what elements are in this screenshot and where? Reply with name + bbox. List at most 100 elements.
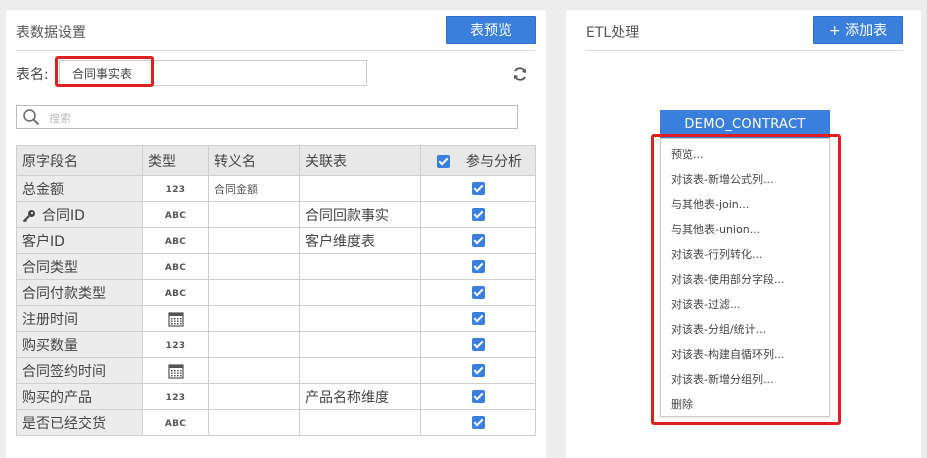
relation-cell[interactable]: 产品名称维度 <box>299 383 421 410</box>
text-type-icon: ABC <box>164 237 187 247</box>
search-input[interactable]: 搜索 <box>16 105 518 129</box>
field-name: 合同付款类型 <box>22 285 106 302</box>
field-name: 购买数量 <box>22 337 78 354</box>
column-header: 原字段名 <box>16 145 143 176</box>
field-name-cell: 注册时间 <box>16 305 143 332</box>
analysis-cell <box>420 279 536 306</box>
table-row: 购买的产品 123 产品名称维度 <box>16 383 536 410</box>
type-cell: ABC <box>142 201 209 228</box>
alias-cell[interactable] <box>208 331 300 358</box>
alias-cell[interactable] <box>208 383 300 410</box>
analysis-checkbox[interactable] <box>471 364 485 377</box>
analysis-checkbox[interactable] <box>471 338 485 351</box>
analysis-checkbox[interactable] <box>471 260 485 273</box>
analysis-checkbox[interactable] <box>471 286 485 299</box>
search-icon <box>23 109 40 126</box>
type-date-cell <box>142 357 209 384</box>
table-row: 合同类型 ABC <box>16 253 536 280</box>
field-name-cell: 是否已经交货 <box>16 409 143 436</box>
type-cell: 123 <box>142 331 209 358</box>
text-type-icon: ABC <box>164 211 187 221</box>
alias-cell[interactable] <box>208 357 300 384</box>
relation-cell[interactable]: 合同回款事实 <box>299 201 421 228</box>
alias-cell[interactable] <box>208 305 300 332</box>
select-all-checkbox[interactable] <box>437 155 450 168</box>
table-row: 合同ID ABC 合同回款事实 <box>16 201 536 228</box>
analysis-cell <box>420 201 536 228</box>
table-row: 是否已经交货 ABC <box>16 409 536 436</box>
field-name-cell: 合同付款类型 <box>16 279 143 306</box>
divider <box>586 50 903 51</box>
analysis-cell <box>420 227 536 254</box>
number-type-icon: 123 <box>165 393 186 403</box>
type-cell: ABC <box>142 279 209 306</box>
column-header-analysis: 参与分析 <box>420 145 536 176</box>
type-cell: 123 <box>142 383 209 410</box>
alias-cell[interactable] <box>208 253 300 280</box>
table-header-row: 原字段名 类型 转义名 关联表 参与分析 <box>16 145 536 176</box>
table-name-label: 表名: <box>16 67 49 83</box>
field-name-cell: 总金额 <box>16 175 143 202</box>
type-cell: ABC <box>142 409 209 436</box>
table-row: 客户ID ABC 客户维度表 <box>16 227 536 254</box>
refresh-icon[interactable] <box>512 66 528 82</box>
analysis-cell <box>420 383 536 410</box>
analysis-cell <box>420 175 536 202</box>
relation-cell[interactable] <box>299 331 421 358</box>
type-date-cell <box>142 305 209 332</box>
analysis-checkbox[interactable] <box>471 312 485 325</box>
alias-cell[interactable] <box>208 409 300 436</box>
relation-cell[interactable] <box>299 357 421 384</box>
calendar-icon <box>167 363 184 379</box>
column-header: 转义名 <box>208 145 300 176</box>
field-name-cell: 购买的产品 <box>16 383 143 410</box>
analysis-cell <box>420 357 536 384</box>
relation-cell[interactable] <box>299 409 421 436</box>
alias-cell[interactable]: 合同金额 <box>208 175 300 202</box>
relation-cell[interactable]: 客户维度表 <box>299 227 421 254</box>
field-name: 是否已经交货 <box>22 415 106 432</box>
highlight-box <box>55 56 154 87</box>
table-row: 合同签约时间 <box>16 357 536 384</box>
analysis-cell <box>420 305 536 332</box>
analysis-checkbox[interactable] <box>471 182 485 195</box>
relation-cell[interactable] <box>299 175 421 202</box>
calendar-icon <box>167 311 184 327</box>
relation-cell[interactable] <box>299 279 421 306</box>
table-row: 合同付款类型 ABC <box>16 279 536 306</box>
analysis-cell <box>420 253 536 280</box>
analysis-checkbox[interactable] <box>471 390 485 403</box>
field-name: 合同类型 <box>22 259 78 276</box>
analysis-checkbox[interactable] <box>471 234 485 247</box>
type-cell: ABC <box>142 253 209 280</box>
relation-cell[interactable] <box>299 305 421 332</box>
alias-cell[interactable] <box>208 201 300 228</box>
relation-cell[interactable] <box>299 253 421 280</box>
number-type-icon: 123 <box>165 185 186 195</box>
table-row: 总金额 123 合同金额 <box>16 175 536 202</box>
analysis-checkbox[interactable] <box>471 208 485 221</box>
add-table-button[interactable]: + 添加表 <box>813 16 903 44</box>
field-name-cell: 客户ID <box>16 227 143 254</box>
key-icon <box>22 209 35 222</box>
column-header: 关联表 <box>299 145 421 176</box>
field-name: 合同ID <box>42 207 85 224</box>
analysis-checkbox[interactable] <box>471 416 485 429</box>
table-preview-button[interactable]: 表预览 <box>446 16 536 44</box>
text-type-icon: ABC <box>164 419 187 429</box>
field-table: 原字段名 类型 转义名 关联表 参与分析 总金额 123 合同金额 合同ID ABC 合同… <box>16 145 536 436</box>
field-name: 合同签约时间 <box>22 363 106 380</box>
panel-title: 表数据设置 <box>16 25 86 41</box>
etl-panel: ETL处理 + 添加表 DEMO_CONTRACT 预览... 对该表-新增公式列… <box>566 10 921 458</box>
alias-cell[interactable] <box>208 279 300 306</box>
field-name-cell: 购买数量 <box>16 331 143 358</box>
highlight-box <box>651 134 841 425</box>
divider <box>16 50 535 51</box>
field-name-cell: 合同签约时间 <box>16 357 143 384</box>
table-row: 注册时间 <box>16 305 536 332</box>
panel-title: ETL处理 <box>586 25 640 41</box>
text-type-icon: ABC <box>164 289 187 299</box>
text-type-icon: ABC <box>164 263 187 273</box>
alias-cell[interactable] <box>208 227 300 254</box>
analysis-cell <box>420 409 536 436</box>
